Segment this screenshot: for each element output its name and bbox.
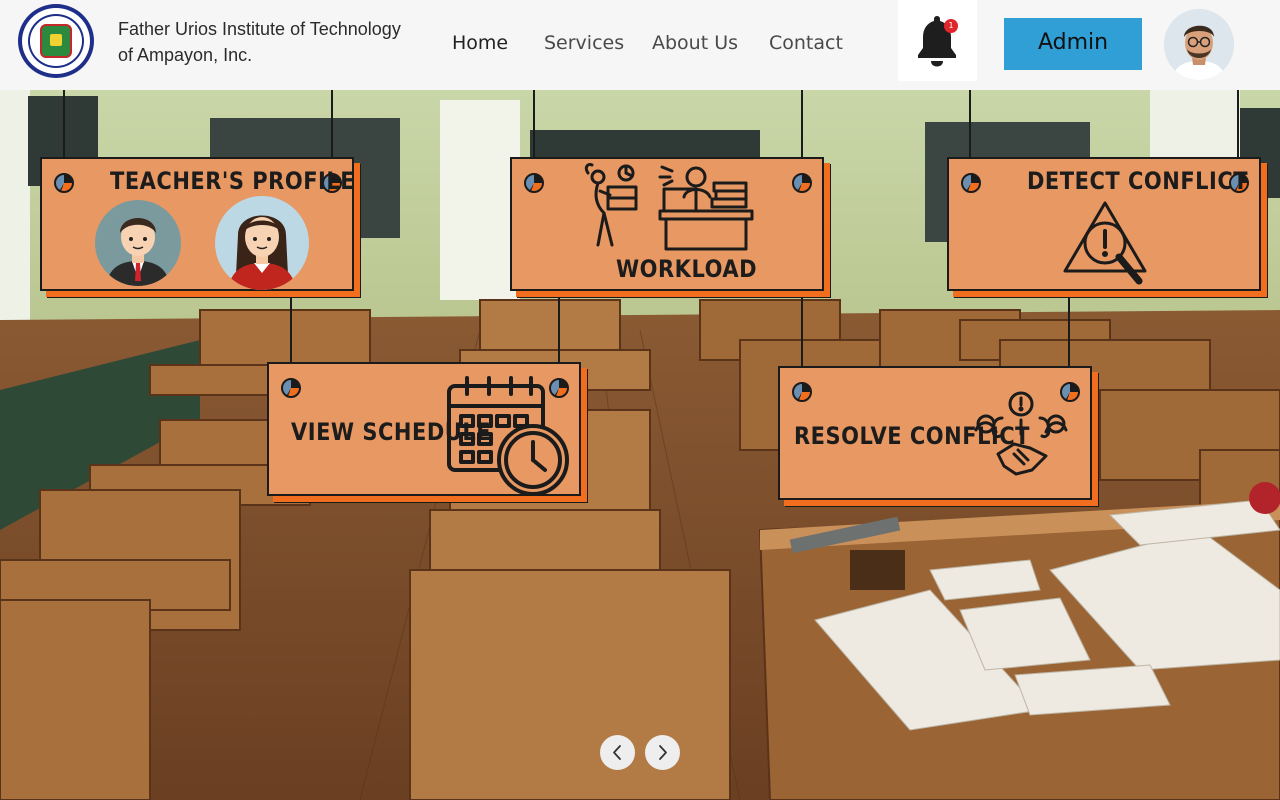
logo-emblem bbox=[40, 24, 72, 58]
carousel-prev-button[interactable] bbox=[600, 735, 635, 770]
notification-badge: 1 bbox=[944, 19, 958, 33]
resolve-conflict-card[interactable]: RESOLVE CONFLICT bbox=[778, 366, 1092, 500]
warning-magnifier-icon bbox=[1063, 201, 1147, 285]
school-name: Father Urios Institute of Technology of … bbox=[118, 16, 438, 68]
workload-card[interactable]: WORKLOAD bbox=[510, 157, 824, 291]
user-photo-icon bbox=[1164, 9, 1234, 80]
school-logo[interactable] bbox=[18, 4, 94, 78]
male-teacher-icon bbox=[95, 200, 181, 286]
workload-title: WORKLOAD bbox=[616, 255, 758, 283]
calendar-clock-icon bbox=[447, 376, 569, 496]
detect-conflict-card[interactable]: DETECT CONFLICT bbox=[947, 157, 1261, 291]
notifications-button[interactable]: 1 bbox=[898, 0, 977, 81]
pin-icon bbox=[792, 173, 812, 193]
chevron-right-icon bbox=[659, 745, 667, 760]
pin-icon bbox=[281, 378, 301, 398]
school-name-line2: of Ampayon, Inc. bbox=[118, 45, 253, 65]
pin-icon bbox=[54, 173, 74, 193]
nav-about-us[interactable]: About Us bbox=[652, 32, 738, 54]
view-schedule-card[interactable]: VIEW SCHEDULE bbox=[267, 362, 581, 496]
nav-services[interactable]: Services bbox=[544, 32, 624, 54]
handshake-icon bbox=[974, 391, 1068, 476]
desk-worker-icon bbox=[658, 165, 754, 251]
carrying-boxes-icon bbox=[584, 163, 638, 247]
nav-home[interactable]: Home bbox=[452, 32, 508, 54]
female-teacher-icon bbox=[215, 196, 309, 290]
pin-icon bbox=[792, 382, 812, 402]
carousel-next-button[interactable] bbox=[645, 735, 680, 770]
teachers-profile-title: TEACHER'S PROFILE bbox=[110, 167, 356, 195]
top-header: Father Urios Institute of Technology of … bbox=[0, 0, 1280, 90]
school-name-line1: Father Urios Institute of Technology bbox=[118, 19, 401, 39]
pin-icon bbox=[961, 173, 981, 193]
user-avatar[interactable] bbox=[1164, 9, 1234, 80]
detect-conflict-title: DETECT CONFLICT bbox=[1027, 167, 1249, 195]
nav-contact[interactable]: Contact bbox=[769, 32, 843, 54]
chevron-left-icon bbox=[613, 745, 621, 760]
admin-button[interactable]: Admin bbox=[1004, 18, 1142, 70]
teachers-profile-card[interactable]: TEACHER'S PROFILE bbox=[40, 157, 356, 291]
pin-icon bbox=[524, 173, 544, 193]
